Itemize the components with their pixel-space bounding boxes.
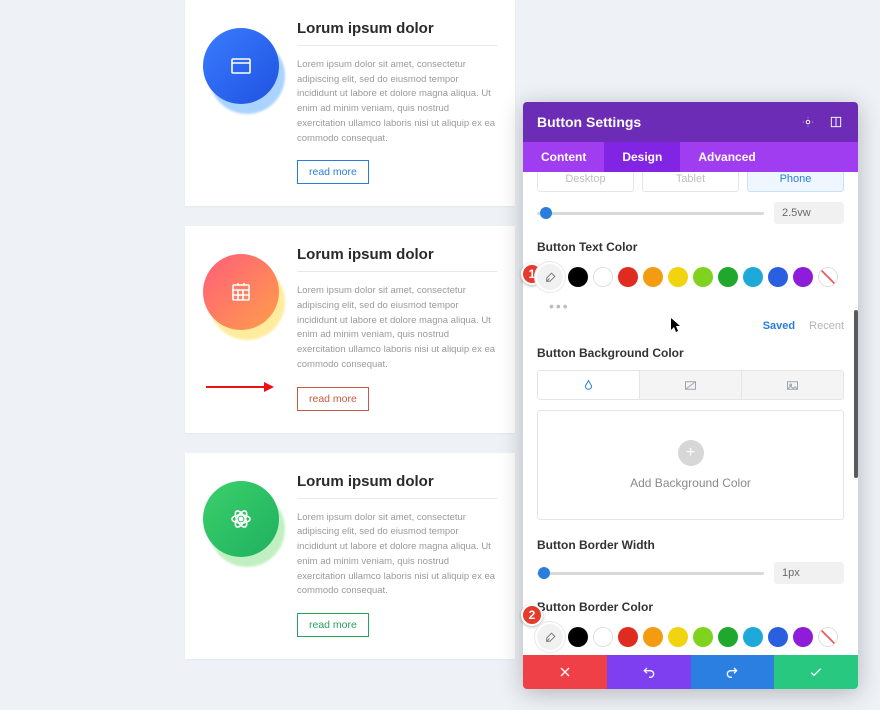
blurb-title: Lorum ipsum dolor bbox=[297, 473, 497, 490]
device-selector: Desktop Tablet Phone bbox=[537, 172, 844, 192]
eyedropper-button[interactable] bbox=[537, 624, 563, 650]
bg-tab-fill[interactable] bbox=[538, 371, 639, 399]
swatch-white[interactable] bbox=[593, 627, 613, 647]
add-background-button[interactable]: + Add Background Color bbox=[537, 410, 844, 520]
device-tablet[interactable]: Tablet bbox=[642, 172, 739, 192]
atom-icon bbox=[203, 481, 279, 557]
section-border-width: Button Border Width bbox=[537, 538, 844, 552]
blurb-icon-wrap bbox=[203, 254, 279, 330]
blurb-body: Lorem ipsum dolor sit amet, consectetur … bbox=[297, 511, 497, 599]
blurb-card: Lorum ipsum dolor Lorem ipsum dolor sit … bbox=[185, 0, 515, 206]
browser-icon bbox=[203, 28, 279, 104]
save-button[interactable] bbox=[774, 655, 858, 689]
swatch-blue[interactable] bbox=[768, 267, 788, 287]
swatch-lime[interactable] bbox=[693, 627, 713, 647]
panel-tabs: Content Design Advanced bbox=[523, 142, 858, 172]
text-size-row bbox=[537, 202, 844, 224]
blurb-icon-wrap bbox=[203, 28, 279, 104]
device-phone[interactable]: Phone bbox=[747, 172, 844, 192]
blurb-icon-wrap bbox=[203, 481, 279, 557]
text-size-value[interactable] bbox=[774, 202, 844, 224]
saved-tab[interactable]: Saved bbox=[763, 320, 795, 332]
swatch-purple[interactable] bbox=[793, 267, 813, 287]
redo-button[interactable] bbox=[691, 655, 775, 689]
discard-button[interactable] bbox=[523, 655, 607, 689]
swatch-red[interactable] bbox=[618, 267, 638, 287]
swatch-white[interactable] bbox=[593, 267, 613, 287]
swatch-none[interactable] bbox=[818, 627, 838, 647]
plus-icon: + bbox=[678, 440, 704, 466]
border-color-swatches bbox=[537, 624, 844, 650]
panel-body: Desktop Tablet Phone Button Text Color bbox=[523, 172, 858, 655]
border-width-slider[interactable] bbox=[537, 572, 764, 575]
scrollbar-thumb[interactable] bbox=[854, 310, 858, 478]
bg-type-tabs bbox=[537, 370, 844, 400]
responsive-toggle-icon[interactable] bbox=[800, 114, 816, 130]
device-desktop[interactable]: Desktop bbox=[537, 172, 634, 192]
swatch-green[interactable] bbox=[718, 267, 738, 287]
section-text-color: Button Text Color bbox=[537, 240, 844, 254]
eyedropper-button[interactable] bbox=[537, 264, 563, 290]
swatch-cyan[interactable] bbox=[743, 267, 763, 287]
blurb-body: Lorem ipsum dolor sit amet, consectetur … bbox=[297, 284, 497, 372]
recent-tab[interactable]: Recent bbox=[809, 320, 844, 332]
swatch-cyan[interactable] bbox=[743, 627, 763, 647]
panel-header[interactable]: Button Settings bbox=[523, 102, 858, 142]
tab-design[interactable]: Design bbox=[604, 142, 680, 172]
swatch-orange[interactable] bbox=[643, 267, 663, 287]
swatch-purple[interactable] bbox=[793, 627, 813, 647]
read-more-button[interactable]: read more bbox=[297, 613, 369, 637]
swatch-yellow[interactable] bbox=[668, 267, 688, 287]
panel-title: Button Settings bbox=[537, 114, 788, 130]
swatch-blue[interactable] bbox=[768, 627, 788, 647]
read-more-button[interactable]: read more bbox=[297, 160, 369, 184]
swatch-black[interactable] bbox=[568, 267, 588, 287]
bg-tab-gradient[interactable] bbox=[639, 371, 741, 399]
expand-panel-icon[interactable] bbox=[828, 114, 844, 130]
blurb-card: Lorum ipsum dolor Lorem ipsum dolor sit … bbox=[185, 226, 515, 432]
swatch-yellow[interactable] bbox=[668, 627, 688, 647]
text-size-slider[interactable] bbox=[537, 212, 764, 215]
read-more-button[interactable]: read more bbox=[297, 387, 369, 411]
tab-advanced[interactable]: Advanced bbox=[680, 142, 773, 172]
swatch-green[interactable] bbox=[718, 627, 738, 647]
swatch-orange[interactable] bbox=[643, 627, 663, 647]
blurb-title: Lorum ipsum dolor bbox=[297, 246, 497, 263]
section-bg-color: Button Background Color bbox=[537, 346, 844, 360]
tab-content[interactable]: Content bbox=[523, 142, 604, 172]
blurb-title: Lorum ipsum dolor bbox=[297, 20, 497, 37]
blurb-body: Lorem ipsum dolor sit amet, consectetur … bbox=[297, 58, 497, 146]
calendar-icon bbox=[203, 254, 279, 330]
border-width-value[interactable] bbox=[774, 562, 844, 584]
preview-column: Lorum ipsum dolor Lorem ipsum dolor sit … bbox=[185, 0, 515, 679]
undo-button[interactable] bbox=[607, 655, 691, 689]
swatch-none[interactable] bbox=[818, 267, 838, 287]
swatch-red[interactable] bbox=[618, 627, 638, 647]
text-color-swatches bbox=[537, 264, 844, 290]
section-border-color: Button Border Color bbox=[537, 600, 844, 614]
blurb-card: Lorum ipsum dolor Lorem ipsum dolor sit … bbox=[185, 453, 515, 659]
bg-tab-image[interactable] bbox=[741, 371, 843, 399]
border-width-row bbox=[537, 562, 844, 584]
button-settings-panel: Button Settings Content Design Advanced … bbox=[523, 102, 858, 689]
add-background-label: Add Background Color bbox=[630, 476, 751, 490]
swatch-lime[interactable] bbox=[693, 267, 713, 287]
panel-footer bbox=[523, 655, 858, 689]
swatch-black[interactable] bbox=[568, 627, 588, 647]
swatch-more-icon[interactable]: ••• bbox=[549, 298, 570, 314]
